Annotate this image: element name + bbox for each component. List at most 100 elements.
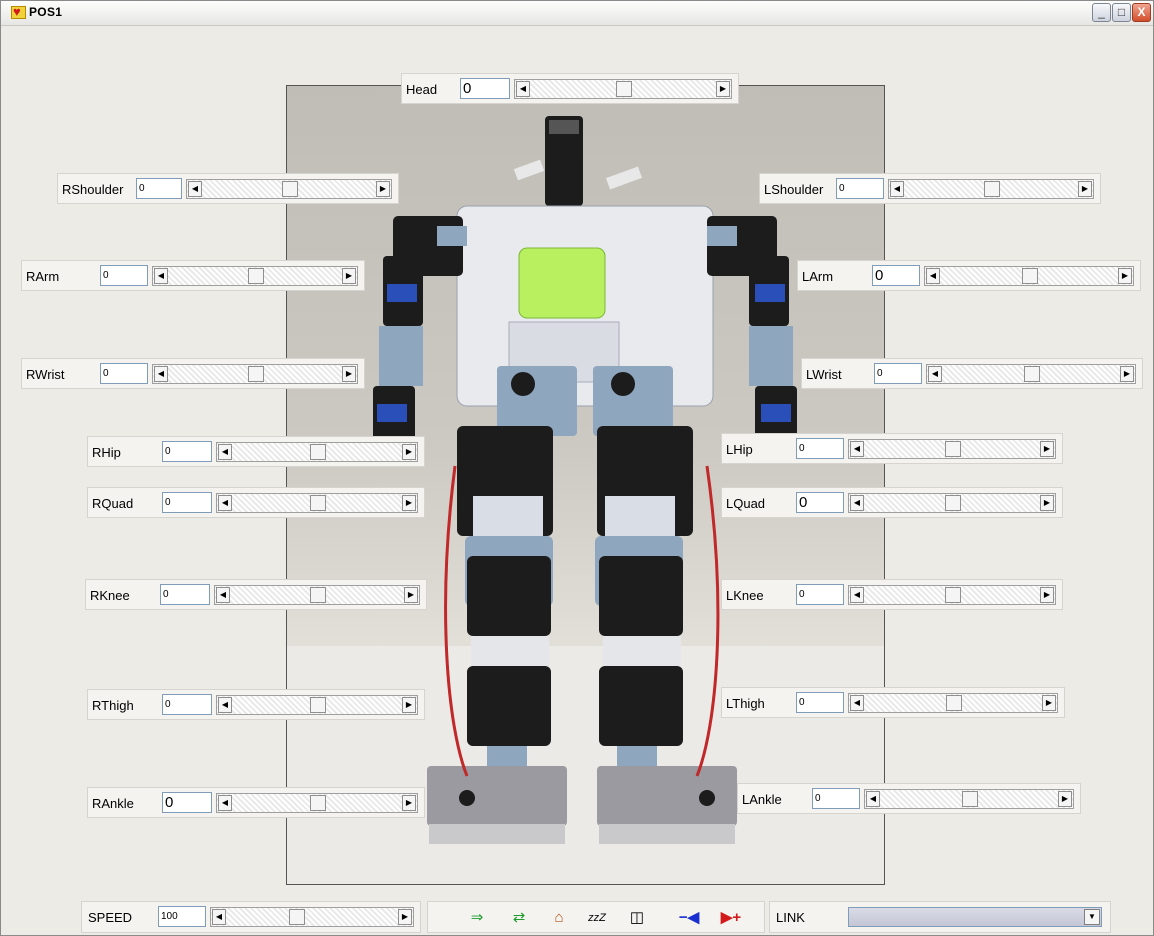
scroll-left-arrow-icon[interactable]: ◀ [866,791,880,807]
scroll-left-arrow-icon[interactable]: ◀ [218,444,232,460]
rquad-scroll-thumb[interactable] [310,495,326,511]
lknee-scrollbar[interactable]: ◀ ▶ [848,585,1056,605]
scroll-left-arrow-icon[interactable]: ◀ [850,495,864,511]
scroll-left-arrow-icon[interactable]: ◀ [890,181,904,197]
scroll-right-arrow-icon[interactable]: ▶ [1040,495,1054,511]
scroll-right-arrow-icon[interactable]: ▶ [402,697,416,713]
maximize-button[interactable]: □ [1112,3,1131,22]
rknee-scroll-thumb[interactable] [310,587,326,603]
lankle-scrollbar[interactable]: ◀ ▶ [864,789,1074,809]
head-scroll-thumb[interactable] [616,81,632,97]
lthigh-scroll-thumb[interactable] [946,695,962,711]
title-bar[interactable]: POS1 _ □ X [1,1,1153,26]
chevron-down-icon[interactable]: ▼ [1084,909,1100,925]
scroll-left-arrow-icon[interactable]: ◀ [218,495,232,511]
scroll-right-arrow-icon[interactable]: ▶ [398,909,412,925]
close-button[interactable]: X [1132,3,1151,22]
larm-value-field[interactable]: 0 [872,265,920,286]
scroll-right-arrow-icon[interactable]: ▶ [342,366,356,382]
scroll-right-arrow-icon[interactable]: ▶ [1078,181,1092,197]
lhip-scroll-thumb[interactable] [945,441,961,457]
lwrist-value-field[interactable]: 0 [874,363,922,384]
rankle-scrollbar[interactable]: ◀ ▶ [216,793,418,813]
minimize-button[interactable]: _ [1092,3,1111,22]
transfer-icon[interactable]: ⇄ [506,908,532,928]
home-icon[interactable]: ⌂ [546,908,572,928]
lshoulder-value-field[interactable]: 0 [836,178,884,199]
lhip-scrollbar[interactable]: ◀ ▶ [848,439,1056,459]
rwrist-value-field[interactable]: 0 [100,363,148,384]
scroll-right-arrow-icon[interactable]: ▶ [1118,268,1132,284]
head-scrollbar[interactable]: ◀ ▶ [514,79,732,99]
scroll-right-arrow-icon[interactable]: ▶ [1058,791,1072,807]
rhip-scrollbar[interactable]: ◀ ▶ [216,442,418,462]
scroll-right-arrow-icon[interactable]: ▶ [1120,366,1134,382]
lknee-scroll-thumb[interactable] [945,587,961,603]
rarm-scroll-thumb[interactable] [248,268,264,284]
speed-scrollbar[interactable]: ◀ ▶ [210,907,414,927]
rquad-value-field[interactable]: 0 [162,492,212,513]
lshoulder-scroll-thumb[interactable] [984,181,1000,197]
scroll-left-arrow-icon[interactable]: ◀ [926,268,940,284]
rknee-scrollbar[interactable]: ◀ ▶ [214,585,420,605]
rarm-value-field[interactable]: 0 [100,265,148,286]
scroll-left-arrow-icon[interactable]: ◀ [850,695,864,711]
rankle-value-field[interactable]: 0 [162,792,212,813]
scroll-left-arrow-icon[interactable]: ◀ [188,181,202,197]
scroll-left-arrow-icon[interactable]: ◀ [928,366,942,382]
link-combo-box[interactable]: ▼ [848,907,1102,927]
lquad-scroll-thumb[interactable] [945,495,961,511]
scroll-right-arrow-icon[interactable]: ▶ [402,495,416,511]
rshoulder-scrollbar[interactable]: ◀ ▶ [186,179,392,199]
rwrist-scrollbar[interactable]: ◀ ▶ [152,364,358,384]
scroll-left-arrow-icon[interactable]: ◀ [850,441,864,457]
rwrist-scroll-thumb[interactable] [248,366,264,382]
scroll-left-arrow-icon[interactable]: ◀ [850,587,864,603]
rknee-value-field[interactable]: 0 [160,584,210,605]
scroll-right-arrow-icon[interactable]: ▶ [404,587,418,603]
lhip-value-field[interactable]: 0 [796,438,844,459]
larm-scrollbar[interactable]: ◀ ▶ [924,266,1134,286]
scroll-left-arrow-icon[interactable]: ◀ [218,795,232,811]
rhip-scroll-thumb[interactable] [310,444,326,460]
scroll-left-arrow-icon[interactable]: ◀ [218,697,232,713]
scroll-left-arrow-icon[interactable]: ◀ [212,909,226,925]
scroll-right-arrow-icon[interactable]: ▶ [376,181,390,197]
speed-value-field[interactable]: 100 [158,906,206,927]
lshoulder-scrollbar[interactable]: ◀ ▶ [888,179,1094,199]
scroll-left-arrow-icon[interactable]: ◀ [516,81,530,97]
scroll-left-arrow-icon[interactable]: ◀ [154,366,168,382]
rthigh-scroll-thumb[interactable] [310,697,326,713]
minus-arrow-icon[interactable]: −◀ [676,908,702,928]
lknee-value-field[interactable]: 0 [796,584,844,605]
scroll-right-arrow-icon[interactable]: ▶ [402,795,416,811]
scroll-left-arrow-icon[interactable]: ◀ [216,587,230,603]
rquad-scrollbar[interactable]: ◀ ▶ [216,493,418,513]
speed-scroll-thumb[interactable] [289,909,305,925]
scroll-right-arrow-icon[interactable]: ▶ [342,268,356,284]
monitor-arrow-icon[interactable]: ⇒ [464,908,490,928]
rshoulder-scroll-thumb[interactable] [282,181,298,197]
scroll-left-arrow-icon[interactable]: ◀ [154,268,168,284]
lwrist-scrollbar[interactable]: ◀ ▶ [926,364,1136,384]
lthigh-scrollbar[interactable]: ◀ ▶ [848,693,1058,713]
plus-arrow-icon[interactable]: ▶+ [718,908,744,928]
lquad-value-field[interactable]: 0 [796,492,844,513]
rthigh-scrollbar[interactable]: ◀ ▶ [216,695,418,715]
rshoulder-value-field[interactable]: 0 [136,178,182,199]
head-value-field[interactable]: 0 [460,78,510,99]
scroll-right-arrow-icon[interactable]: ▶ [1040,587,1054,603]
lthigh-value-field[interactable]: 0 [796,692,844,713]
camera-icon[interactable]: ◫ [624,908,650,928]
lankle-scroll-thumb[interactable] [962,791,978,807]
lquad-scrollbar[interactable]: ◀ ▶ [848,493,1056,513]
lwrist-scroll-thumb[interactable] [1024,366,1040,382]
scroll-right-arrow-icon[interactable]: ▶ [402,444,416,460]
lankle-value-field[interactable]: 0 [812,788,860,809]
rarm-scrollbar[interactable]: ◀ ▶ [152,266,358,286]
scroll-right-arrow-icon[interactable]: ▶ [1042,695,1056,711]
scroll-right-arrow-icon[interactable]: ▶ [1040,441,1054,457]
scroll-right-arrow-icon[interactable]: ▶ [716,81,730,97]
rthigh-value-field[interactable]: 0 [162,694,212,715]
rankle-scroll-thumb[interactable] [310,795,326,811]
